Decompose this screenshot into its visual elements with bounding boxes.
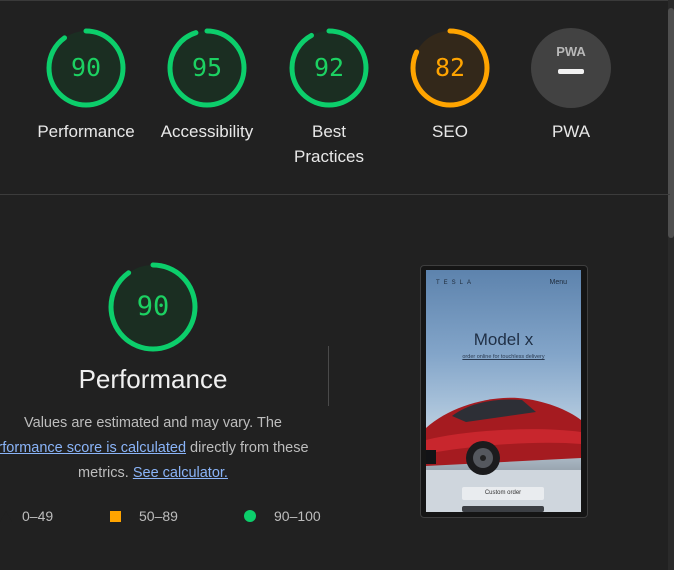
description-line2-rest: directly from these	[186, 440, 309, 456]
vertical-divider	[328, 346, 329, 406]
best-practices-gauge[interactable]: 92	[288, 27, 370, 109]
seo-gauge[interactable]: 82	[409, 27, 491, 109]
legend-fail: 0–49	[0, 508, 53, 524]
accessibility-score: 95	[191, 53, 223, 82]
performance-main-gauge: 90	[107, 261, 199, 353]
pass-circle-icon	[244, 510, 256, 522]
best-practices-label-line1: Best	[311, 122, 347, 141]
performance-description: Values are estimated and may vary. The r…	[0, 411, 316, 486]
performance-score: 90	[70, 53, 102, 82]
screenshot-custom-order-button: Custom order	[462, 487, 544, 500]
legend-pass-label: 90–100	[274, 508, 321, 524]
score-calculated-link[interactable]: rformance score is calculated	[0, 440, 186, 456]
best-practices-label-line2: Practices	[294, 147, 364, 166]
performance-title: Performance	[78, 364, 228, 394]
see-calculator-link[interactable]: See calculator.	[133, 465, 228, 481]
final-screenshot[interactable]: TESLA Menu Model x order online for touc…	[426, 270, 581, 512]
top-border	[0, 0, 674, 1]
seo-label[interactable]: SEO	[380, 119, 520, 144]
accessibility-label[interactable]: Accessibility	[137, 119, 277, 144]
description-line3-start: metrics.	[78, 465, 133, 481]
accessibility-gauge[interactable]: 95	[166, 27, 248, 109]
performance-main-score: 90	[136, 291, 170, 322]
performance-gauge[interactable]: 90	[45, 27, 127, 109]
car-image	[426, 397, 581, 512]
description-line2: rformance score is calculated directly f…	[0, 436, 316, 461]
description-line3: metrics. See calculator.	[0, 461, 316, 486]
legend-average: 50–89	[110, 508, 178, 524]
scrollbar-thumb[interactable]	[668, 8, 674, 238]
pwa-gauge[interactable]: PWA	[530, 27, 612, 109]
average-square-icon	[110, 510, 121, 522]
pwa-badge-icon: PWA	[531, 28, 611, 108]
legend-fail-label: 0–49	[22, 508, 54, 524]
section-divider	[0, 194, 670, 195]
seo-score: 82	[434, 53, 466, 82]
pwa-label[interactable]: PWA	[501, 119, 641, 144]
screenshot-secondary-button	[462, 506, 544, 512]
performance-label[interactable]: Performance	[16, 119, 156, 144]
best-practices-label[interactable]: Best Practices	[259, 119, 399, 169]
fail-triangle-icon	[0, 510, 12, 522]
legend-pass: 90–100	[244, 508, 321, 524]
best-practices-score: 92	[313, 53, 345, 82]
legend-average-label: 50–89	[139, 508, 178, 524]
description-line1: Values are estimated and may vary. The	[24, 415, 282, 431]
pwa-badge-text: PWA	[556, 44, 586, 59]
